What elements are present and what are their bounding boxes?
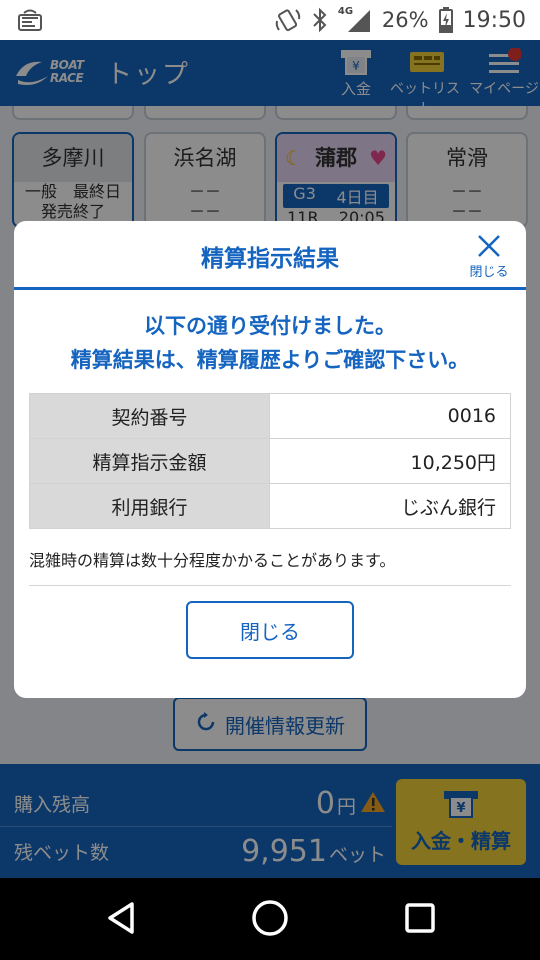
dialog-message: 以下の通り受付けました。 精算結果は、精算履歴よりご確認下さい。: [14, 309, 526, 377]
system-nav-bar: [0, 878, 540, 960]
home-nav-button[interactable]: [250, 898, 290, 942]
signal-icon: 4G: [338, 6, 372, 34]
dialog-close-button[interactable]: 閉じる: [186, 601, 354, 659]
back-nav-button[interactable]: [104, 900, 138, 940]
close-icon: [478, 235, 500, 257]
bank-label: 利用銀行: [29, 483, 270, 529]
settlement-info-table: 契約番号 0016 精算指示金額 10,250円 利用銀行 じぶん銀行: [29, 393, 511, 529]
bank-value: じぶん銀行: [269, 483, 511, 529]
battery-percent: 26%: [381, 8, 429, 32]
dialog-message-line2: 精算結果は、精算履歴よりご確認下さい。: [70, 348, 470, 372]
recents-nav-button[interactable]: [404, 902, 436, 938]
rotate-icon: [274, 6, 302, 34]
home-circle-icon: [252, 900, 288, 936]
contract-number-value: 0016: [269, 393, 511, 439]
dialog-close-x-label: 閉じる: [469, 265, 509, 280]
back-triangle-icon: [108, 902, 134, 934]
settlement-result-dialog: 精算指示結果 閉じる 以下の通り受付けました。 精算結果は、精算履歴よりご確認下…: [14, 221, 526, 698]
status-bar: 4G 26% 19:50: [0, 0, 540, 40]
bluetooth-icon: [312, 7, 328, 33]
table-row: 利用銀行 じぶん銀行: [29, 483, 511, 529]
dialog-message-line1: 以下の通り受付けました。: [144, 314, 396, 338]
table-row: 契約番号 0016: [29, 393, 511, 439]
table-row: 精算指示金額 10,250円: [29, 438, 511, 484]
settlement-amount-label: 精算指示金額: [29, 438, 270, 484]
dialog-close-x-button[interactable]: 閉じる: [466, 231, 512, 280]
dialog-header: 精算指示結果 閉じる: [14, 221, 526, 290]
clock: 19:50: [462, 7, 526, 33]
dialog-title: 精算指示結果: [201, 246, 339, 272]
recents-square-icon: [405, 903, 435, 933]
gallery-notification-icon: [18, 9, 42, 31]
dialog-divider: [29, 585, 511, 586]
dialog-close-button-label: 閉じる: [240, 619, 300, 644]
congestion-note: 混雑時の精算は数十分程度かかることがあります。: [29, 551, 396, 570]
contract-number-label: 契約番号: [29, 393, 270, 439]
battery-icon: [438, 7, 453, 33]
settlement-amount-value: 10,250円: [269, 438, 511, 484]
